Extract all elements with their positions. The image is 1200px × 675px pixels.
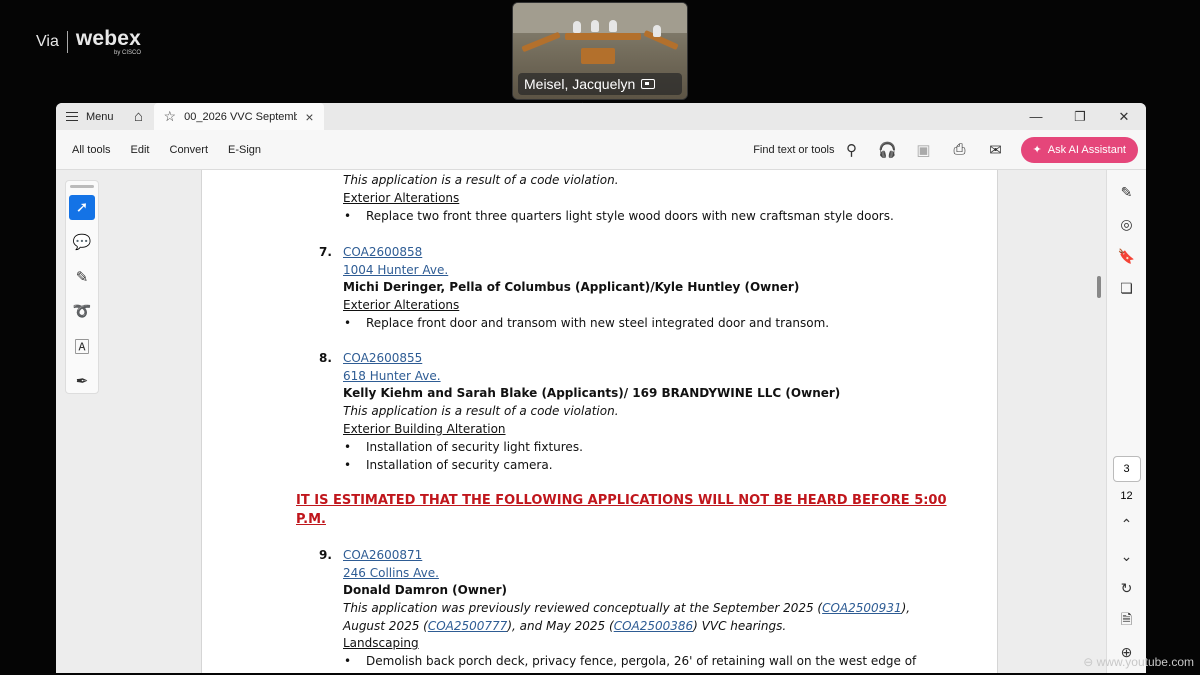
- menu-all-tools[interactable]: All tools: [62, 144, 121, 156]
- menu-e-sign[interactable]: E-Sign: [218, 144, 271, 156]
- headphones-icon[interactable]: 🎧: [877, 141, 899, 159]
- hamburger-icon: [66, 112, 78, 121]
- category-label: Landscaping: [343, 636, 419, 650]
- document-tab[interactable]: ☆ 00_2026 VVC Septemb... ×: [153, 103, 324, 130]
- star-icon[interactable]: ☆: [164, 108, 177, 125]
- home-icon[interactable]: ⌂: [124, 103, 154, 130]
- acrobat-window: Menu ⌂ ☆ 00_2026 VVC Septemb... × — ❐ ✕ …: [56, 103, 1146, 673]
- category-label: Exterior Alterations: [343, 298, 460, 312]
- bullet-text: Replace two front three quarters light s…: [366, 209, 894, 223]
- address-link[interactable]: 246 Collins Ave.: [343, 566, 439, 580]
- address-link[interactable]: 618 Hunter Ave.: [343, 369, 441, 383]
- title-bar: Menu ⌂ ☆ 00_2026 VVC Septemb... × — ❐ ✕: [56, 103, 1146, 130]
- address-link[interactable]: 1004 Hunter Ave.: [343, 263, 448, 277]
- find-text-label: Find text or tools: [753, 143, 835, 156]
- review-note-cont: August 2025 (COA2500777), and May 2025 (…: [343, 619, 787, 633]
- minimize-button[interactable]: —: [1014, 103, 1058, 130]
- drag-handle[interactable]: [70, 185, 94, 188]
- sign-pen-icon[interactable]: ✒: [69, 368, 95, 393]
- highlight-pen-icon[interactable]: ✎: [69, 264, 95, 289]
- ask-ai-label: Ask AI Assistant: [1047, 143, 1126, 156]
- bookmark-icon[interactable]: 🔖: [1114, 244, 1140, 268]
- item-number: 8.: [319, 351, 332, 365]
- pages-icon[interactable]: ❏: [1114, 276, 1140, 300]
- bullet-text: Replace front door and transom with new …: [366, 316, 830, 330]
- case-link[interactable]: COA2600855: [343, 351, 422, 365]
- bullet-icon: •: [344, 440, 352, 454]
- restore-button[interactable]: ❐: [1058, 103, 1102, 130]
- case-link[interactable]: COA2600858: [343, 245, 422, 259]
- main-toolbar: All tools Edit Convert E-Sign Find text …: [56, 130, 1146, 170]
- participant-name-tag: Meisel, Jacquelyn: [518, 73, 682, 95]
- watermark-text: www.youtube.com: [1096, 655, 1194, 669]
- ref-link[interactable]: COA2500777: [428, 619, 507, 633]
- youtube-watermark: ⊖ www.youtube.com: [1083, 655, 1194, 669]
- webex-logo: webex: [75, 27, 142, 50]
- via-label: Via: [36, 33, 59, 50]
- parties: Michi Deringer, Pella of Columbus (Appli…: [343, 280, 800, 294]
- parties: Donald Damron (Owner): [343, 583, 508, 597]
- menu-label: Menu: [86, 110, 114, 123]
- close-window-button[interactable]: ✕: [1102, 103, 1146, 130]
- comment-tool-icon[interactable]: 💬: [69, 230, 95, 255]
- lasso-draw-icon[interactable]: ➰: [69, 299, 95, 324]
- bullet-text: Installation of security light fixtures.: [366, 440, 583, 454]
- item-number: 9.: [319, 548, 332, 562]
- scrollbar-thumb[interactable]: [1097, 276, 1101, 298]
- item-number: 7.: [319, 245, 332, 259]
- total-pages: 12: [1120, 490, 1133, 503]
- current-page-box[interactable]: 3: [1112, 456, 1141, 483]
- webex-branding: Via webex by CISCO: [36, 28, 141, 56]
- screen: Via webex by CISCO Meisel, Jacquelyn Men…: [0, 0, 1200, 675]
- divider: [66, 31, 68, 53]
- find-text-button[interactable]: Find text or tools ⚲: [753, 141, 862, 159]
- pdf-page[interactable]: This application is a result of a code v…: [201, 170, 998, 673]
- comments-icon[interactable]: ◎: [1114, 212, 1140, 236]
- bullet-text: Installation of security camera.: [366, 458, 553, 472]
- document-area: ➚ 💬 ✎ ➰ 🄰 ✒ This application is a result…: [56, 170, 1146, 673]
- bullet-icon: •: [344, 316, 352, 330]
- chevron-down-icon[interactable]: ⌄: [1114, 545, 1140, 569]
- menu-button[interactable]: Menu: [56, 103, 124, 130]
- mail-icon[interactable]: ✉: [985, 141, 1007, 159]
- cisco-sub: by CISCO: [114, 50, 142, 56]
- parties: Kelly Kiehm and Sarah Blake (Applicants)…: [343, 386, 841, 400]
- print-icon[interactable]: ⎙: [949, 141, 971, 158]
- bullet-text: Demolish back porch deck, privacy fence,…: [366, 654, 917, 668]
- bullet-icon: •: [344, 458, 352, 472]
- tab-title: 00_2026 VVC Septemb...: [184, 110, 298, 123]
- ask-ai-assistant-button[interactable]: ✦ Ask AI Assistant: [1020, 136, 1138, 163]
- edit-pdf-icon[interactable]: ✎: [1114, 180, 1140, 204]
- code-violation-note: This application is a result of a code v…: [343, 173, 619, 187]
- code-violation-note: This application is a result of a code v…: [343, 404, 619, 418]
- notice-heading: IT IS ESTIMATED THAT THE FOLLOWING APPLI…: [296, 493, 947, 508]
- notice-heading-cont: P.M.: [296, 512, 326, 527]
- rotate-icon[interactable]: ↻: [1114, 577, 1140, 601]
- participant-video[interactable]: Meisel, Jacquelyn: [512, 2, 688, 100]
- save-icon[interactable]: ▣: [913, 141, 935, 159]
- bullet-icon: •: [344, 209, 352, 223]
- chevron-up-icon[interactable]: ⌃: [1114, 512, 1140, 536]
- menu-edit[interactable]: Edit: [121, 144, 160, 156]
- quick-tools-panel: ➚ 💬 ✎ ➰ 🄰 ✒: [65, 180, 99, 394]
- category-label: Exterior Building Alteration: [343, 422, 506, 436]
- case-link[interactable]: COA2600871: [343, 548, 422, 562]
- bullet-icon: •: [344, 654, 352, 668]
- camera-icon: [641, 79, 656, 89]
- ref-link[interactable]: COA2500931: [822, 601, 901, 615]
- text-box-icon[interactable]: 🄰: [69, 334, 95, 359]
- category-label: Exterior Alterations: [343, 191, 460, 205]
- ref-link[interactable]: COA2500386: [614, 619, 693, 633]
- menu-convert[interactable]: Convert: [160, 144, 219, 156]
- select-tool-icon[interactable]: ➚: [69, 195, 95, 220]
- right-tool-panel: ✎ ◎ 🔖 ❏ 3 12 ⌃ ⌄ ↻ 🗎 ⊕: [1106, 170, 1146, 673]
- ai-sparkle-icon: ✦: [1032, 144, 1042, 156]
- close-tab-icon[interactable]: ×: [305, 109, 313, 125]
- page-settings-icon[interactable]: 🗎: [1114, 609, 1140, 633]
- review-note: This application was previously reviewed…: [343, 601, 911, 615]
- search-icon: ⚲: [846, 141, 858, 159]
- participant-name: Meisel, Jacquelyn: [524, 76, 636, 92]
